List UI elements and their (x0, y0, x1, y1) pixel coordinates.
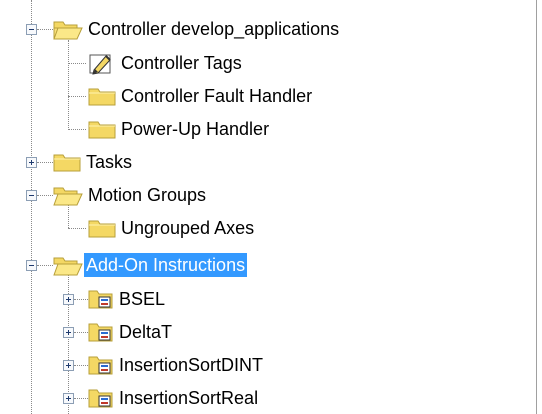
expand-toggle-bsel[interactable] (63, 294, 74, 305)
expand-toggle-deltat[interactable] (63, 327, 74, 338)
tree-connector (74, 332, 88, 333)
project-tree: Controller develop_applications Controll… (0, 0, 542, 414)
tree-connector (37, 265, 53, 266)
add-on-instruction-icon (88, 323, 113, 342)
panel-border (536, 0, 537, 414)
expand-toggle-insertionsortreal[interactable] (63, 393, 74, 404)
tree-item-add-on-instructions[interactable]: Add-On Instructions (84, 253, 248, 277)
tree-item-aoi[interactable]: InsertionSortDINT (117, 353, 265, 377)
tree-connector (37, 195, 53, 196)
tree-connector (68, 63, 86, 64)
tree-connector (68, 96, 86, 97)
folder-icon (53, 154, 81, 172)
tree-item-aoi[interactable]: DeltaT (117, 320, 174, 344)
folder-icon (88, 88, 116, 106)
folder-open-icon (53, 257, 83, 276)
folder-open-icon (53, 21, 83, 40)
tree-connector (68, 204, 69, 228)
tree-connector (37, 162, 53, 163)
tree-connector (74, 365, 88, 366)
tree-item-motion-groups[interactable]: Motion Groups (86, 183, 208, 207)
tree-connector (74, 398, 88, 399)
tree-connector (31, 0, 32, 414)
tree-item-controller-tags[interactable]: Controller Tags (119, 51, 244, 75)
add-on-instruction-icon (88, 389, 113, 408)
tree-connector (74, 299, 88, 300)
expand-toggle-insertionsortdint[interactable] (63, 360, 74, 371)
tree-connector (37, 29, 53, 30)
tree-item-tasks[interactable]: Tasks (84, 150, 134, 174)
tag-edit-icon (89, 54, 111, 75)
tree-item-ungrouped-axes[interactable]: Ungrouped Axes (119, 216, 256, 240)
tree-item-powerup-handler[interactable]: Power-Up Handler (119, 117, 271, 141)
add-on-instruction-icon (88, 356, 113, 375)
tree-connector (68, 228, 86, 229)
tree-item-aoi[interactable]: InsertionSortReal (117, 386, 260, 410)
add-on-instruction-icon (88, 290, 113, 309)
collapse-toggle-controller[interactable] (26, 24, 37, 35)
expand-toggle-tasks[interactable] (26, 157, 37, 168)
folder-open-icon (53, 187, 83, 206)
tree-item-controller[interactable]: Controller develop_applications (86, 17, 341, 41)
tree-connector (68, 129, 86, 130)
tree-item-fault-handler[interactable]: Controller Fault Handler (119, 84, 314, 108)
folder-icon (88, 220, 116, 238)
tree-item-aoi[interactable]: BSEL (117, 287, 167, 311)
folder-icon (88, 121, 116, 139)
collapse-toggle-motion-groups[interactable] (26, 190, 37, 201)
tree-connector (68, 40, 69, 130)
collapse-toggle-add-on-instructions[interactable] (26, 260, 37, 271)
